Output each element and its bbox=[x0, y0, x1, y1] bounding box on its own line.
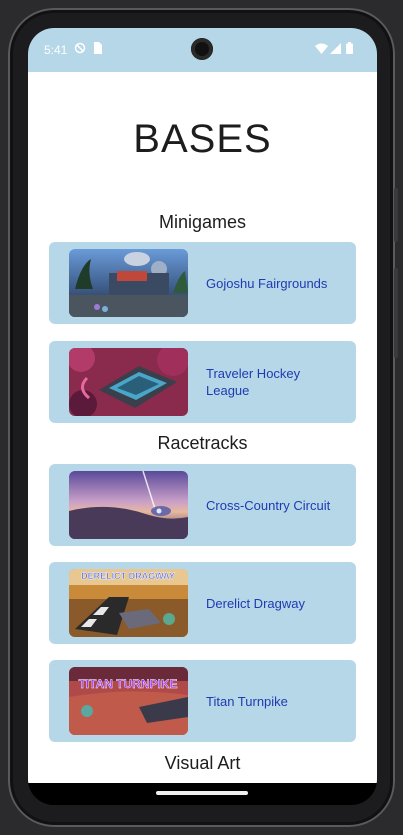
base-card-label: Derelict Dragway bbox=[206, 595, 305, 611]
base-card-derelict-dragway[interactable]: DERELICT DRAGWAY Derelict Dragway bbox=[49, 562, 356, 644]
thumbnail-cross-country-circuit bbox=[69, 471, 188, 539]
base-card-gojoshu-fairgrounds[interactable]: Gojoshu Fairgrounds bbox=[49, 242, 356, 324]
status-time: 5:41 bbox=[44, 43, 68, 57]
thumbnail-logo-text: TITAN TURNPIKE bbox=[78, 677, 177, 691]
thumbnail-gojoshu-fairgrounds bbox=[69, 249, 188, 317]
base-card-label: Cross-Country Circuit bbox=[206, 497, 331, 513]
section-title-racetracks: Racetracks bbox=[157, 433, 248, 453]
base-card-label: Traveler Hockey League bbox=[206, 366, 301, 398]
home-gesture-handle[interactable] bbox=[156, 791, 248, 795]
signal-icon bbox=[330, 43, 341, 54]
bases-screen[interactable]: BASES Minigames Gojoshu Fairgrounds Trav… bbox=[28, 72, 377, 783]
page-title: BASES bbox=[133, 117, 272, 161]
thumbnail-logo-text: DERELICT DRAGWAY bbox=[81, 571, 175, 581]
power-button bbox=[394, 188, 398, 242]
base-card-cross-country-circuit[interactable]: Cross-Country Circuit bbox=[49, 464, 356, 546]
wifi-icon bbox=[315, 43, 328, 54]
base-card-titan-turnpike[interactable]: TITAN TURNPIKE Titan Turnpike bbox=[49, 660, 356, 742]
thumbnail-traveler-hockey-league bbox=[69, 348, 188, 416]
section-title-minigames: Minigames bbox=[158, 212, 247, 232]
navigation-bar bbox=[28, 783, 377, 805]
status-bar: 5:41 bbox=[28, 28, 377, 72]
thumbnail-derelict-dragway: DERELICT DRAGWAY bbox=[69, 569, 188, 637]
thumbnail-titan-turnpike: TITAN TURNPIKE bbox=[69, 667, 188, 735]
volume-button bbox=[394, 268, 398, 358]
section-title-visual-art: Visual Art bbox=[164, 753, 241, 773]
screen: 5:41 BASES Minigames Gojoshu Fairgrounds… bbox=[28, 28, 377, 805]
base-card-traveler-hockey-league[interactable]: Traveler Hockey League bbox=[49, 341, 356, 423]
sim-card-icon bbox=[94, 42, 102, 54]
do-not-disturb-icon bbox=[74, 42, 86, 54]
battery-icon bbox=[346, 42, 353, 54]
base-card-label: Titan Turnpike bbox=[206, 693, 288, 709]
front-camera bbox=[191, 38, 213, 60]
base-card-label: Gojoshu Fairgrounds bbox=[206, 275, 328, 291]
